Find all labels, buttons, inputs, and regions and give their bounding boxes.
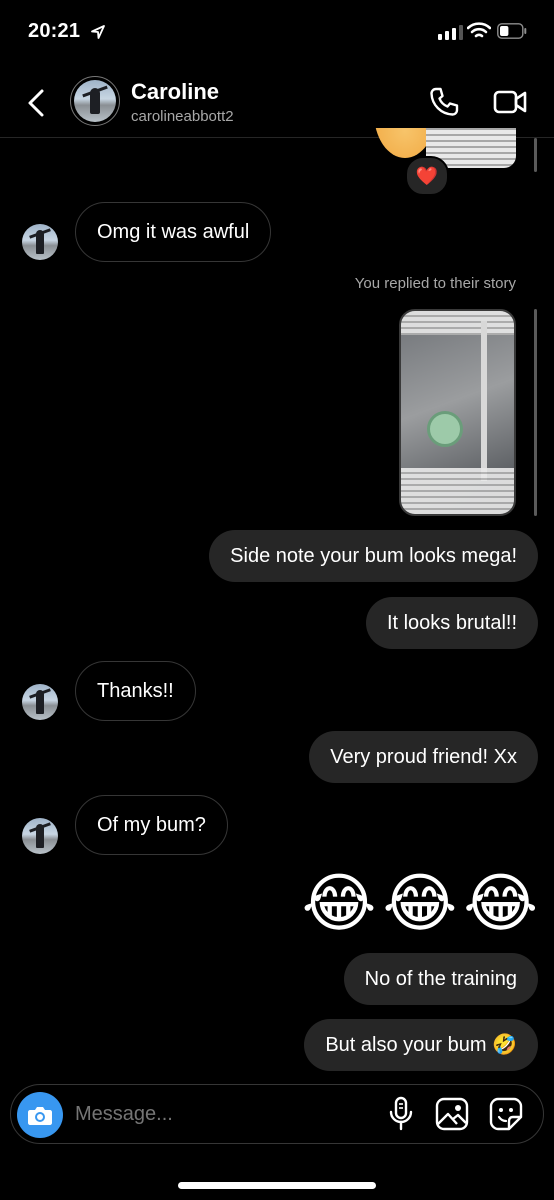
outgoing-message[interactable]: No of the training xyxy=(343,953,538,1005)
outgoing-message[interactable]: Very proud friend! Xx xyxy=(309,731,538,783)
outgoing-message[interactable]: But also your bum 🤣 xyxy=(304,1019,538,1071)
status-time: 20:21 xyxy=(28,20,81,42)
signal-icon xyxy=(438,24,463,40)
sticker-icon[interactable] xyxy=(489,1097,523,1131)
tears-of-joy-emoji: 😂 xyxy=(382,867,458,939)
sender-avatar[interactable] xyxy=(22,684,58,720)
back-chevron-icon[interactable] xyxy=(24,88,48,118)
home-indicator[interactable] xyxy=(178,1182,376,1189)
microphone-icon[interactable] xyxy=(388,1096,414,1132)
emoji-message[interactable]: 😂 😂 😂 xyxy=(302,871,538,935)
camera-icon xyxy=(28,1107,52,1125)
contact-name[interactable]: Caroline xyxy=(131,79,219,105)
story-reply-thumbnail[interactable] xyxy=(399,309,516,516)
camera-button[interactable] xyxy=(17,1092,63,1138)
message-input[interactable] xyxy=(72,1094,378,1134)
sender-avatar[interactable] xyxy=(22,818,58,854)
video-camera-icon[interactable] xyxy=(493,88,527,116)
contact-avatar[interactable] xyxy=(70,76,120,126)
outgoing-message[interactable]: Side note your bum looks mega! xyxy=(209,530,538,582)
phone-icon[interactable] xyxy=(428,86,460,118)
gallery-icon[interactable] xyxy=(435,1097,469,1131)
heart-reaction[interactable]: ❤️ xyxy=(405,156,449,196)
sender-avatar[interactable] xyxy=(22,224,58,260)
contact-handle[interactable]: carolineabbott2 xyxy=(131,108,234,125)
replied-to-story-label: You replied to their story xyxy=(354,275,516,292)
outgoing-message[interactable]: It looks brutal!! xyxy=(365,597,538,649)
incoming-message[interactable]: Omg it was awful xyxy=(75,202,272,262)
battery-icon xyxy=(497,23,527,39)
heart-icon: ❤️ xyxy=(415,165,439,186)
tears-of-joy-emoji: 😂 xyxy=(301,867,377,939)
incoming-message[interactable]: Of my bum? xyxy=(75,795,228,855)
incoming-message[interactable]: Thanks!! xyxy=(75,661,196,721)
location-arrow-icon xyxy=(91,25,105,39)
tears-of-joy-emoji: 😂 xyxy=(463,867,538,939)
wifi-icon xyxy=(467,22,491,38)
